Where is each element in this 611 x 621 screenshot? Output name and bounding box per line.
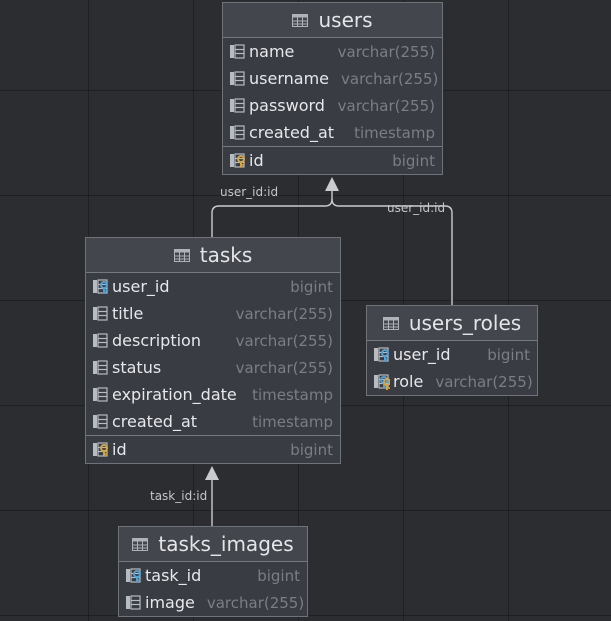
column-type: timestamp xyxy=(354,123,435,142)
relation-arrow-users xyxy=(325,177,339,191)
column-icon xyxy=(93,333,108,348)
column-name: description xyxy=(112,331,201,350)
column-row[interactable]: user_id bigint xyxy=(367,341,537,368)
table-users-roles[interactable]: users_roles user_id bigint role varchar(255) xyxy=(366,305,538,396)
column-name: created_at xyxy=(112,412,198,431)
column-type: varchar(255) xyxy=(337,96,435,115)
relation-arrow-tasks xyxy=(205,466,219,480)
column-row[interactable]: expiration_date timestamp xyxy=(86,381,340,408)
column-type: varchar(255) xyxy=(435,372,533,391)
column-icon xyxy=(93,414,108,429)
column-row[interactable]: name varchar(255) xyxy=(223,38,442,65)
column-name: name xyxy=(249,42,295,61)
column-name: role xyxy=(393,372,424,391)
column-name: username xyxy=(249,69,329,88)
primary-key-icon xyxy=(93,442,108,457)
column-icon xyxy=(230,44,245,59)
column-type: varchar(255) xyxy=(235,304,333,323)
table-title: users_roles xyxy=(408,311,522,335)
column-name: task_id xyxy=(145,566,202,585)
relation-label-tasks-images-tasks: task_id:id xyxy=(150,489,208,503)
table-title: tasks_images xyxy=(158,532,294,556)
column-name: image xyxy=(145,593,195,612)
relation-label-users-roles-users: user_id:id xyxy=(387,201,446,215)
table-icon xyxy=(132,537,149,551)
column-row[interactable]: username varchar(255) xyxy=(223,65,442,92)
table-header[interactable]: tasks_images xyxy=(119,527,307,562)
column-row[interactable]: password varchar(255) xyxy=(223,92,442,119)
primary-foreign-key-icon xyxy=(374,374,390,390)
foreign-key-icon xyxy=(374,347,389,362)
column-icon xyxy=(126,595,141,610)
column-row[interactable]: task_id bigint xyxy=(119,562,307,589)
column-type: bigint xyxy=(290,277,333,296)
table-users[interactable]: users name varchar(255) username varchar(255… xyxy=(222,2,443,175)
column-icon xyxy=(230,98,245,113)
table-header[interactable]: users xyxy=(223,3,442,38)
column-name: title xyxy=(112,304,144,323)
column-row[interactable]: image varchar(255) xyxy=(119,589,307,616)
foreign-key-icon xyxy=(126,568,141,583)
key-name: id xyxy=(249,151,264,170)
column-type: timestamp xyxy=(252,385,333,404)
table-title: users xyxy=(318,8,373,32)
column-row[interactable]: user_id bigint xyxy=(86,273,340,300)
table-title: tasks xyxy=(199,243,253,267)
column-type: varchar(255) xyxy=(341,69,439,88)
key-row[interactable]: id bigint xyxy=(86,436,340,463)
foreign-key-icon xyxy=(93,279,108,294)
table-tasks-images[interactable]: tasks_images task_id bigint image varchar(25… xyxy=(118,526,308,617)
primary-key-icon xyxy=(230,153,245,168)
table-header[interactable]: tasks xyxy=(86,238,340,273)
column-row[interactable]: description varchar(255) xyxy=(86,327,340,354)
column-icon xyxy=(230,71,245,86)
table-icon xyxy=(292,13,309,27)
column-type: varchar(255) xyxy=(235,331,333,350)
relation-label-tasks-users: user_id:id xyxy=(220,185,279,199)
key-row[interactable]: id bigint xyxy=(223,147,442,174)
er-diagram-canvas: user_id:id user_id:id task_id:id users na… xyxy=(0,0,611,621)
column-row[interactable]: status varchar(255) xyxy=(86,354,340,381)
column-type: bigint xyxy=(257,566,300,585)
column-type: varchar(255) xyxy=(337,42,435,61)
column-icon xyxy=(93,387,108,402)
column-icon xyxy=(93,306,108,321)
column-row[interactable]: created_at timestamp xyxy=(223,119,442,146)
column-name: status xyxy=(112,358,162,377)
table-tasks[interactable]: tasks user_id bigint title varchar(255) descr… xyxy=(85,237,341,464)
column-row[interactable]: role varchar(255) xyxy=(367,368,537,395)
column-name: expiration_date xyxy=(112,385,237,404)
table-header[interactable]: users_roles xyxy=(367,306,537,341)
key-type: bigint xyxy=(392,151,435,170)
column-row[interactable]: created_at timestamp xyxy=(86,408,340,435)
column-type: varchar(255) xyxy=(206,593,305,612)
key-name: id xyxy=(112,440,127,459)
column-name: user_id xyxy=(393,345,451,364)
column-icon xyxy=(230,125,245,140)
column-row[interactable]: title varchar(255) xyxy=(86,300,340,327)
column-name: created_at xyxy=(249,123,335,142)
column-type: bigint xyxy=(487,345,530,364)
column-type: varchar(255) xyxy=(235,358,333,377)
key-type: bigint xyxy=(290,440,333,459)
column-name: password xyxy=(249,96,325,115)
table-icon xyxy=(382,316,399,330)
column-name: user_id xyxy=(112,277,170,296)
table-icon xyxy=(173,248,190,262)
column-type: timestamp xyxy=(252,412,333,431)
column-icon xyxy=(93,360,108,375)
